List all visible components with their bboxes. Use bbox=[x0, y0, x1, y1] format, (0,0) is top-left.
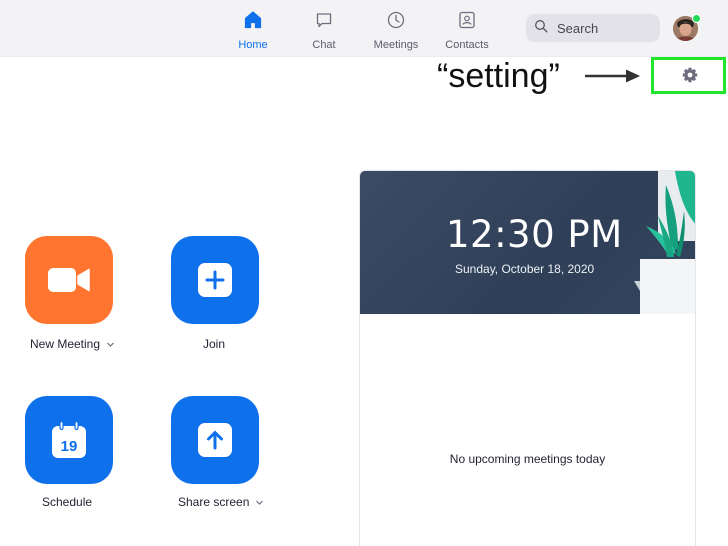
join-button[interactable] bbox=[171, 236, 259, 324]
current-time: 12:30 PM bbox=[446, 213, 623, 256]
schedule-button[interactable]: 19 bbox=[25, 396, 113, 484]
calendar-day-number: 19 bbox=[61, 438, 78, 455]
tab-home[interactable]: Home bbox=[221, 10, 285, 51]
video-camera-icon bbox=[48, 268, 90, 292]
new-meeting-label[interactable]: New Meeting bbox=[30, 337, 115, 351]
search-icon bbox=[534, 19, 548, 38]
plant-illustration-icon bbox=[634, 171, 695, 314]
chat-bubble-icon bbox=[314, 10, 334, 35]
top-navigation-bar: Home Chat Meetings Contacts bbox=[0, 0, 728, 57]
search-input[interactable] bbox=[555, 19, 659, 37]
contact-card-icon bbox=[457, 10, 477, 35]
calendar-icon: 19 bbox=[52, 420, 86, 458]
gear-icon bbox=[682, 67, 698, 83]
upload-arrow-icon bbox=[198, 423, 232, 457]
settings-button[interactable] bbox=[681, 66, 699, 84]
join-text: Join bbox=[203, 337, 226, 351]
schedule-label: Schedule bbox=[42, 495, 92, 509]
tab-chat[interactable]: Chat bbox=[292, 10, 356, 51]
chevron-down-icon[interactable] bbox=[106, 340, 115, 349]
tab-contacts[interactable]: Contacts bbox=[435, 10, 499, 51]
share-screen-label[interactable]: Share screen bbox=[178, 495, 264, 509]
clock-banner: 12:30 PM Sunday, October 18, 2020 bbox=[360, 171, 695, 314]
online-status-dot bbox=[692, 14, 701, 23]
share-screen-text: Share screen bbox=[178, 495, 250, 509]
tab-meetings[interactable]: Meetings bbox=[364, 10, 428, 51]
join-label: Join bbox=[203, 337, 225, 351]
tab-home-label: Home bbox=[238, 39, 268, 51]
tab-contacts-label: Contacts bbox=[445, 39, 489, 51]
chevron-down-icon[interactable] bbox=[255, 498, 264, 507]
annotation-arrow-icon bbox=[585, 69, 640, 83]
share-screen-button[interactable] bbox=[171, 396, 259, 484]
search-box[interactable] bbox=[526, 14, 660, 42]
annotation-label: “setting” bbox=[437, 57, 560, 95]
tab-chat-label: Chat bbox=[312, 39, 336, 51]
no-meetings-message: No upcoming meetings today bbox=[449, 452, 606, 466]
current-date: Sunday, October 18, 2020 bbox=[455, 262, 595, 276]
schedule-text: Schedule bbox=[42, 495, 93, 509]
home-icon bbox=[243, 10, 263, 35]
new-meeting-button[interactable] bbox=[25, 236, 113, 324]
plus-icon bbox=[198, 263, 232, 297]
upcoming-meetings-card: 12:30 PM Sunday, October 18, 2020 No upc… bbox=[359, 170, 696, 546]
new-meeting-text: New Meeting bbox=[30, 337, 101, 351]
clock-icon bbox=[386, 10, 406, 35]
tab-meetings-label: Meetings bbox=[373, 39, 419, 51]
